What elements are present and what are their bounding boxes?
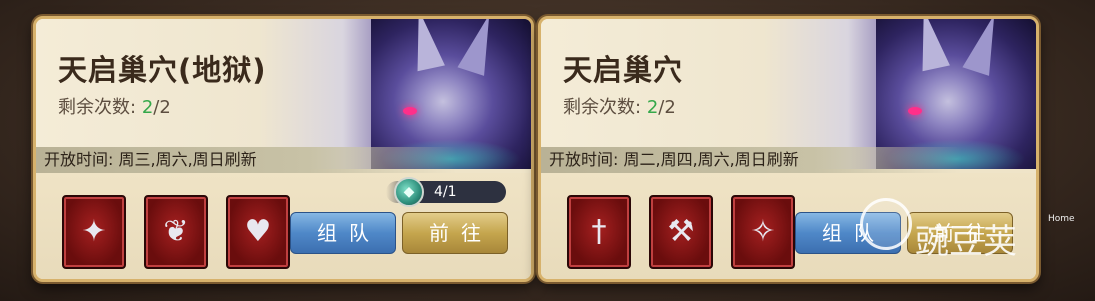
pink-earrings-icon[interactable]: ❦: [144, 195, 208, 269]
open-schedule: 开放时间: 周二,周四,周六,周日刷新: [541, 147, 1036, 173]
team-button[interactable]: 组队: [290, 212, 396, 254]
ticket-counter: ◆ 4/1: [386, 177, 506, 207]
dungeon-title: 天启巢穴: [563, 53, 684, 87]
dungeon-ticket-icon: ◆: [394, 177, 424, 207]
watermark-text: 豌豆荚: [915, 222, 1017, 262]
dark-dagger-icon[interactable]: †: [567, 195, 631, 269]
open-schedule: 开放时间: 周三,周六,周日刷新: [36, 147, 531, 173]
remaining-count: 剩余次数: 2/2: [563, 97, 676, 118]
spiked-mace-icon[interactable]: ✧: [731, 195, 795, 269]
ticket-count: 4/1: [434, 184, 457, 200]
remaining-current: 2: [646, 97, 659, 118]
remaining-count: 剩余次数: 2/2: [58, 97, 171, 118]
watermark-home: Home: [1048, 214, 1075, 224]
battle-axe-icon[interactable]: ⚒: [649, 195, 713, 269]
remaining-current: 2: [141, 97, 154, 118]
remaining-total: /2: [658, 97, 676, 118]
heart-necklace-icon[interactable]: ♥: [226, 195, 290, 269]
dungeon-card-hell: 天启巢穴(地狱) 剩余次数: 2/2 开放时间: 周三,周六,周日刷新 ✦ ❦ …: [33, 16, 534, 282]
watermark-logo-icon: [860, 198, 912, 250]
pink-amulet-icon[interactable]: ✦: [62, 195, 126, 269]
remaining-total: /2: [153, 97, 171, 118]
go-button[interactable]: 前往: [402, 212, 508, 254]
dungeon-title: 天启巢穴(地狱): [58, 53, 267, 87]
